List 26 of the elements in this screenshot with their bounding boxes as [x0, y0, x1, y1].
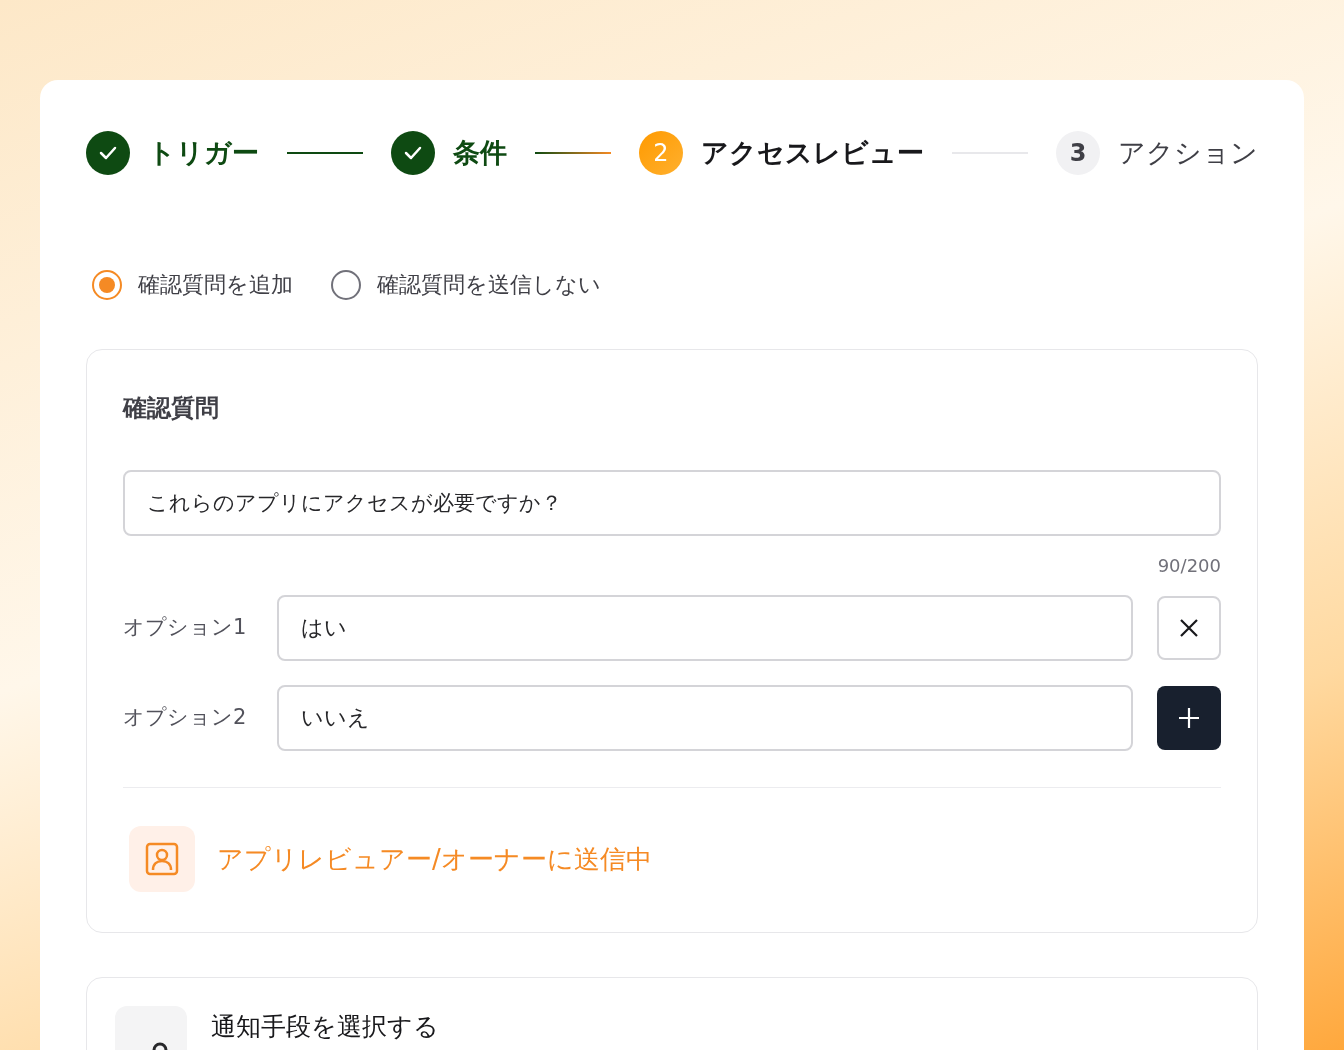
- card-title: 確認質問: [123, 393, 220, 424]
- add-button[interactable]: [1157, 686, 1221, 750]
- close-icon: [1178, 617, 1200, 639]
- recipient-text: アプリレビュアー/オーナーに送信中: [217, 842, 652, 876]
- step-number: 3: [1056, 131, 1100, 175]
- option-label: オプション2: [123, 704, 248, 732]
- step-label: アクセスレビュー: [701, 135, 924, 170]
- option-input[interactable]: はい: [277, 595, 1133, 661]
- radio-button[interactable]: [331, 269, 361, 300]
- check-icon: [86, 131, 130, 175]
- card-title: 通知手段を選択する: [211, 1011, 439, 1043]
- radio-button[interactable]: [92, 269, 122, 300]
- remove-button[interactable]: [1157, 596, 1221, 660]
- option-input[interactable]: いいえ: [277, 685, 1133, 751]
- person-icon: [129, 826, 195, 892]
- step-number: 2: [639, 131, 683, 175]
- check-icon: [391, 131, 435, 175]
- question-input[interactable]: これらのアプリにアクセスが必要ですか？: [123, 470, 1221, 536]
- step-label: トリガー: [148, 135, 259, 170]
- plus-icon: [1177, 706, 1201, 730]
- radio-label: 確認質問を送信しない: [377, 271, 601, 299]
- step-label: 条件: [453, 135, 507, 170]
- radio-label: 確認質問を追加: [138, 271, 293, 299]
- option-label: オプション1: [123, 614, 248, 642]
- step-label: アクション: [1118, 135, 1258, 170]
- character-counter: 90/200: [1157, 554, 1221, 578]
